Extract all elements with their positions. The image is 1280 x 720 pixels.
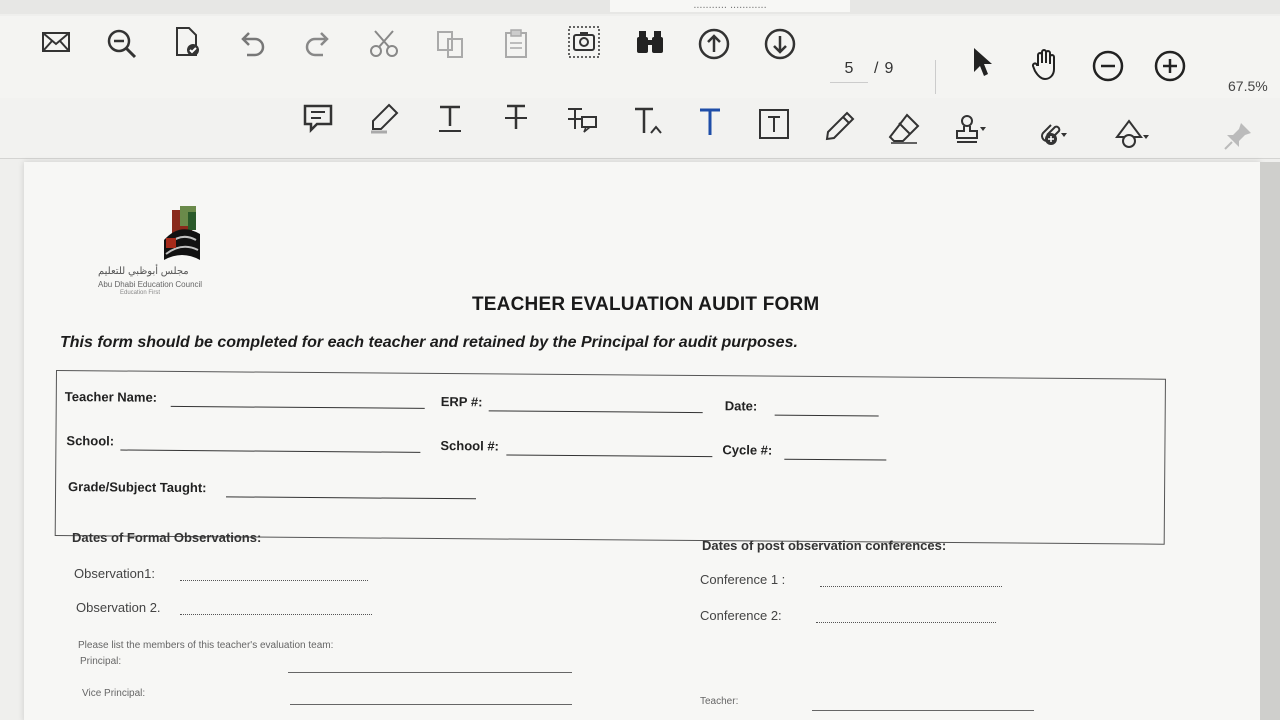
shapes-icon[interactable] <box>1112 114 1152 154</box>
observation2-field[interactable] <box>180 614 372 615</box>
add-text-icon[interactable] <box>690 102 730 142</box>
logo-arabic-text: مجلس أبوظبي للتعليم <box>98 266 189 277</box>
toolbar-divider <box>935 60 936 94</box>
eraser-icon[interactable] <box>884 108 924 148</box>
school-number-label: School #: <box>440 438 499 454</box>
logo-subtext: Education First <box>120 290 161 296</box>
email-icon[interactable] <box>36 22 76 62</box>
previous-page-icon[interactable] <box>694 24 734 64</box>
comment-toolbar <box>0 98 1280 159</box>
title-bar: ........... ............ <box>0 0 1280 14</box>
date-label: Date: <box>724 398 758 414</box>
sticky-note-icon[interactable] <box>298 98 338 138</box>
teacher-name-field[interactable] <box>170 405 425 409</box>
strikethrough-text-icon[interactable] <box>496 98 536 138</box>
principal-field[interactable] <box>288 672 572 673</box>
evaluation-team-note: Please list the members of this teacher'… <box>78 640 334 651</box>
highlight-pen-icon[interactable] <box>364 98 404 138</box>
attach-file-icon[interactable] <box>1032 112 1072 152</box>
erp-label: ERP #: <box>440 394 483 410</box>
pencil-draw-icon[interactable] <box>820 106 860 146</box>
principal-label: Principal: <box>80 656 122 667</box>
logo-english-text: Abu Dhabi Education Council <box>98 280 203 289</box>
page-number-input[interactable]: 5 <box>830 60 868 83</box>
teacher-name-label: Teacher Name: <box>64 389 158 405</box>
select-cursor-icon[interactable] <box>962 42 1002 82</box>
next-page-icon[interactable] <box>760 24 800 64</box>
copy-icon[interactable] <box>430 24 470 64</box>
viewer-background <box>1260 162 1280 720</box>
pin-toolbar-icon[interactable] <box>1218 116 1258 156</box>
main-toolbar: 5 / 9 67.5% <box>0 16 1280 99</box>
pdf-viewer-window: ........... ............ 5 / 9 67.5% مجل… <box>0 0 1280 720</box>
document-verify-icon[interactable] <box>166 22 206 62</box>
document-page: مجلس أبوظبي للتعليم Abu Dhabi Education … <box>24 162 1260 720</box>
school-number-field[interactable] <box>506 454 713 458</box>
conference2-field[interactable] <box>816 622 996 623</box>
form-intro: This form should be completed for each t… <box>60 334 798 351</box>
post-conferences-heading: Dates of post observation conferences: <box>702 538 947 553</box>
conference2-label: Conference 2: <box>700 608 782 623</box>
cut-icon[interactable] <box>364 24 404 64</box>
text-box-icon[interactable] <box>754 104 794 144</box>
vice-principal-label: Vice Principal: <box>82 688 146 699</box>
school-label: School: <box>66 433 115 449</box>
observation2-label: Observation 2. <box>76 600 161 615</box>
observation1-label: Observation1: <box>74 566 155 581</box>
snapshot-camera-icon[interactable] <box>564 22 604 62</box>
grade-subject-label: Grade/Subject Taught: <box>68 479 207 496</box>
redo-icon[interactable] <box>298 24 338 64</box>
grade-subject-field[interactable] <box>226 496 477 500</box>
replace-text-icon[interactable] <box>562 100 602 140</box>
page-total: 9 <box>884 60 894 77</box>
zoom-in-icon[interactable] <box>1150 46 1190 86</box>
page-navigation: 5 / 9 <box>830 60 893 83</box>
conference1-field[interactable] <box>820 586 1002 587</box>
hand-tool-icon[interactable] <box>1026 44 1066 84</box>
conference1-label: Conference 1 : <box>700 572 786 587</box>
teacher-info-box: Teacher Name: ERP #: Date: School: Schoo… <box>54 370 1166 545</box>
vice-principal-field[interactable] <box>290 704 572 705</box>
teacher-field[interactable] <box>812 710 1034 711</box>
observation1-field[interactable] <box>180 580 368 581</box>
cycle-label: Cycle #: <box>722 442 773 458</box>
page-separator: / <box>874 60 879 77</box>
stamp-icon[interactable] <box>950 110 990 150</box>
zoom-level[interactable]: 67.5% <box>1228 78 1268 94</box>
paste-icon[interactable] <box>496 24 536 64</box>
find-binoculars-icon[interactable] <box>630 22 670 62</box>
undo-icon[interactable] <box>232 24 272 64</box>
zoom-out-icon[interactable] <box>1088 46 1128 86</box>
underline-text-icon[interactable] <box>430 98 470 138</box>
zoom-out-search-icon[interactable] <box>102 24 142 64</box>
school-field[interactable] <box>120 449 421 453</box>
formal-observations-heading: Dates of Formal Observations: <box>72 530 262 545</box>
insert-text-icon[interactable] <box>628 102 668 142</box>
cycle-field[interactable] <box>784 458 887 461</box>
window-title: ........... ............ <box>610 0 850 12</box>
erp-field[interactable] <box>488 410 703 414</box>
teacher-label: Teacher: <box>700 696 739 707</box>
form-title: TEACHER EVALUATION AUDIT FORM <box>472 294 820 315</box>
date-field[interactable] <box>774 414 879 417</box>
